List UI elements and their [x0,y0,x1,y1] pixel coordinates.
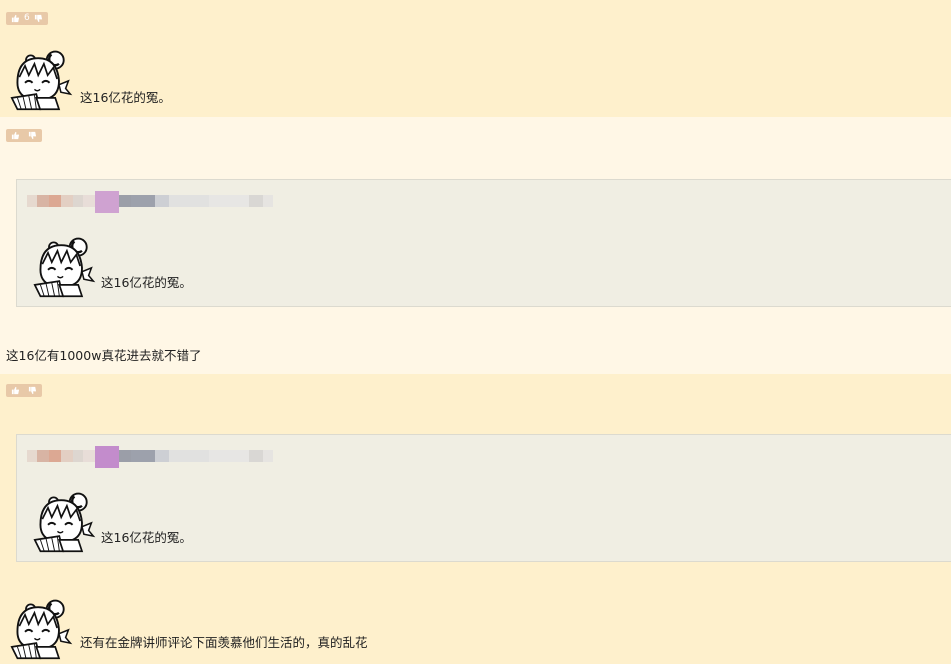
vote-widget[interactable] [6,129,42,142]
reply-text: 这16亿有1000w真花进去就不错了 [6,348,202,363]
vote-widget[interactable] [6,384,42,397]
quoted-comment: 这16亿花的冤。 [16,179,951,307]
avatar [33,492,95,553]
blurred-username [23,185,283,215]
vote-count: 6 [24,13,30,23]
thumb-down-icon[interactable] [34,14,43,23]
thumb-down-icon[interactable] [28,386,37,395]
quote-caption: 这16亿花的冤。 [101,275,192,290]
avatar [10,599,72,660]
avatar [33,237,95,298]
quote-caption: 这16亿花的冤。 [101,530,192,545]
comment-post: 这16亿花的冤。 还有在金牌讲师评论下面羡慕他们生活的，真的乱花 [0,374,951,664]
thumb-up-icon[interactable] [11,131,20,140]
thumb-up-icon[interactable] [11,386,20,395]
comment-post: 这16亿花的冤。 这16亿有1000w真花进去就不错了 [0,117,951,374]
reply-text: 还有在金牌讲师评论下面羡慕他们生活的，真的乱花 [80,635,368,650]
vote-widget[interactable]: 6 [6,12,48,25]
blurred-username [23,440,283,470]
thumb-down-icon[interactable] [28,131,37,140]
avatar [10,50,72,111]
avatar-caption: 这16亿花的冤。 [80,90,171,105]
thumb-up-icon[interactable] [11,14,20,23]
comment-post: 6 这16亿花的冤。 [0,0,951,117]
quoted-comment: 这16亿花的冤。 [16,434,951,562]
